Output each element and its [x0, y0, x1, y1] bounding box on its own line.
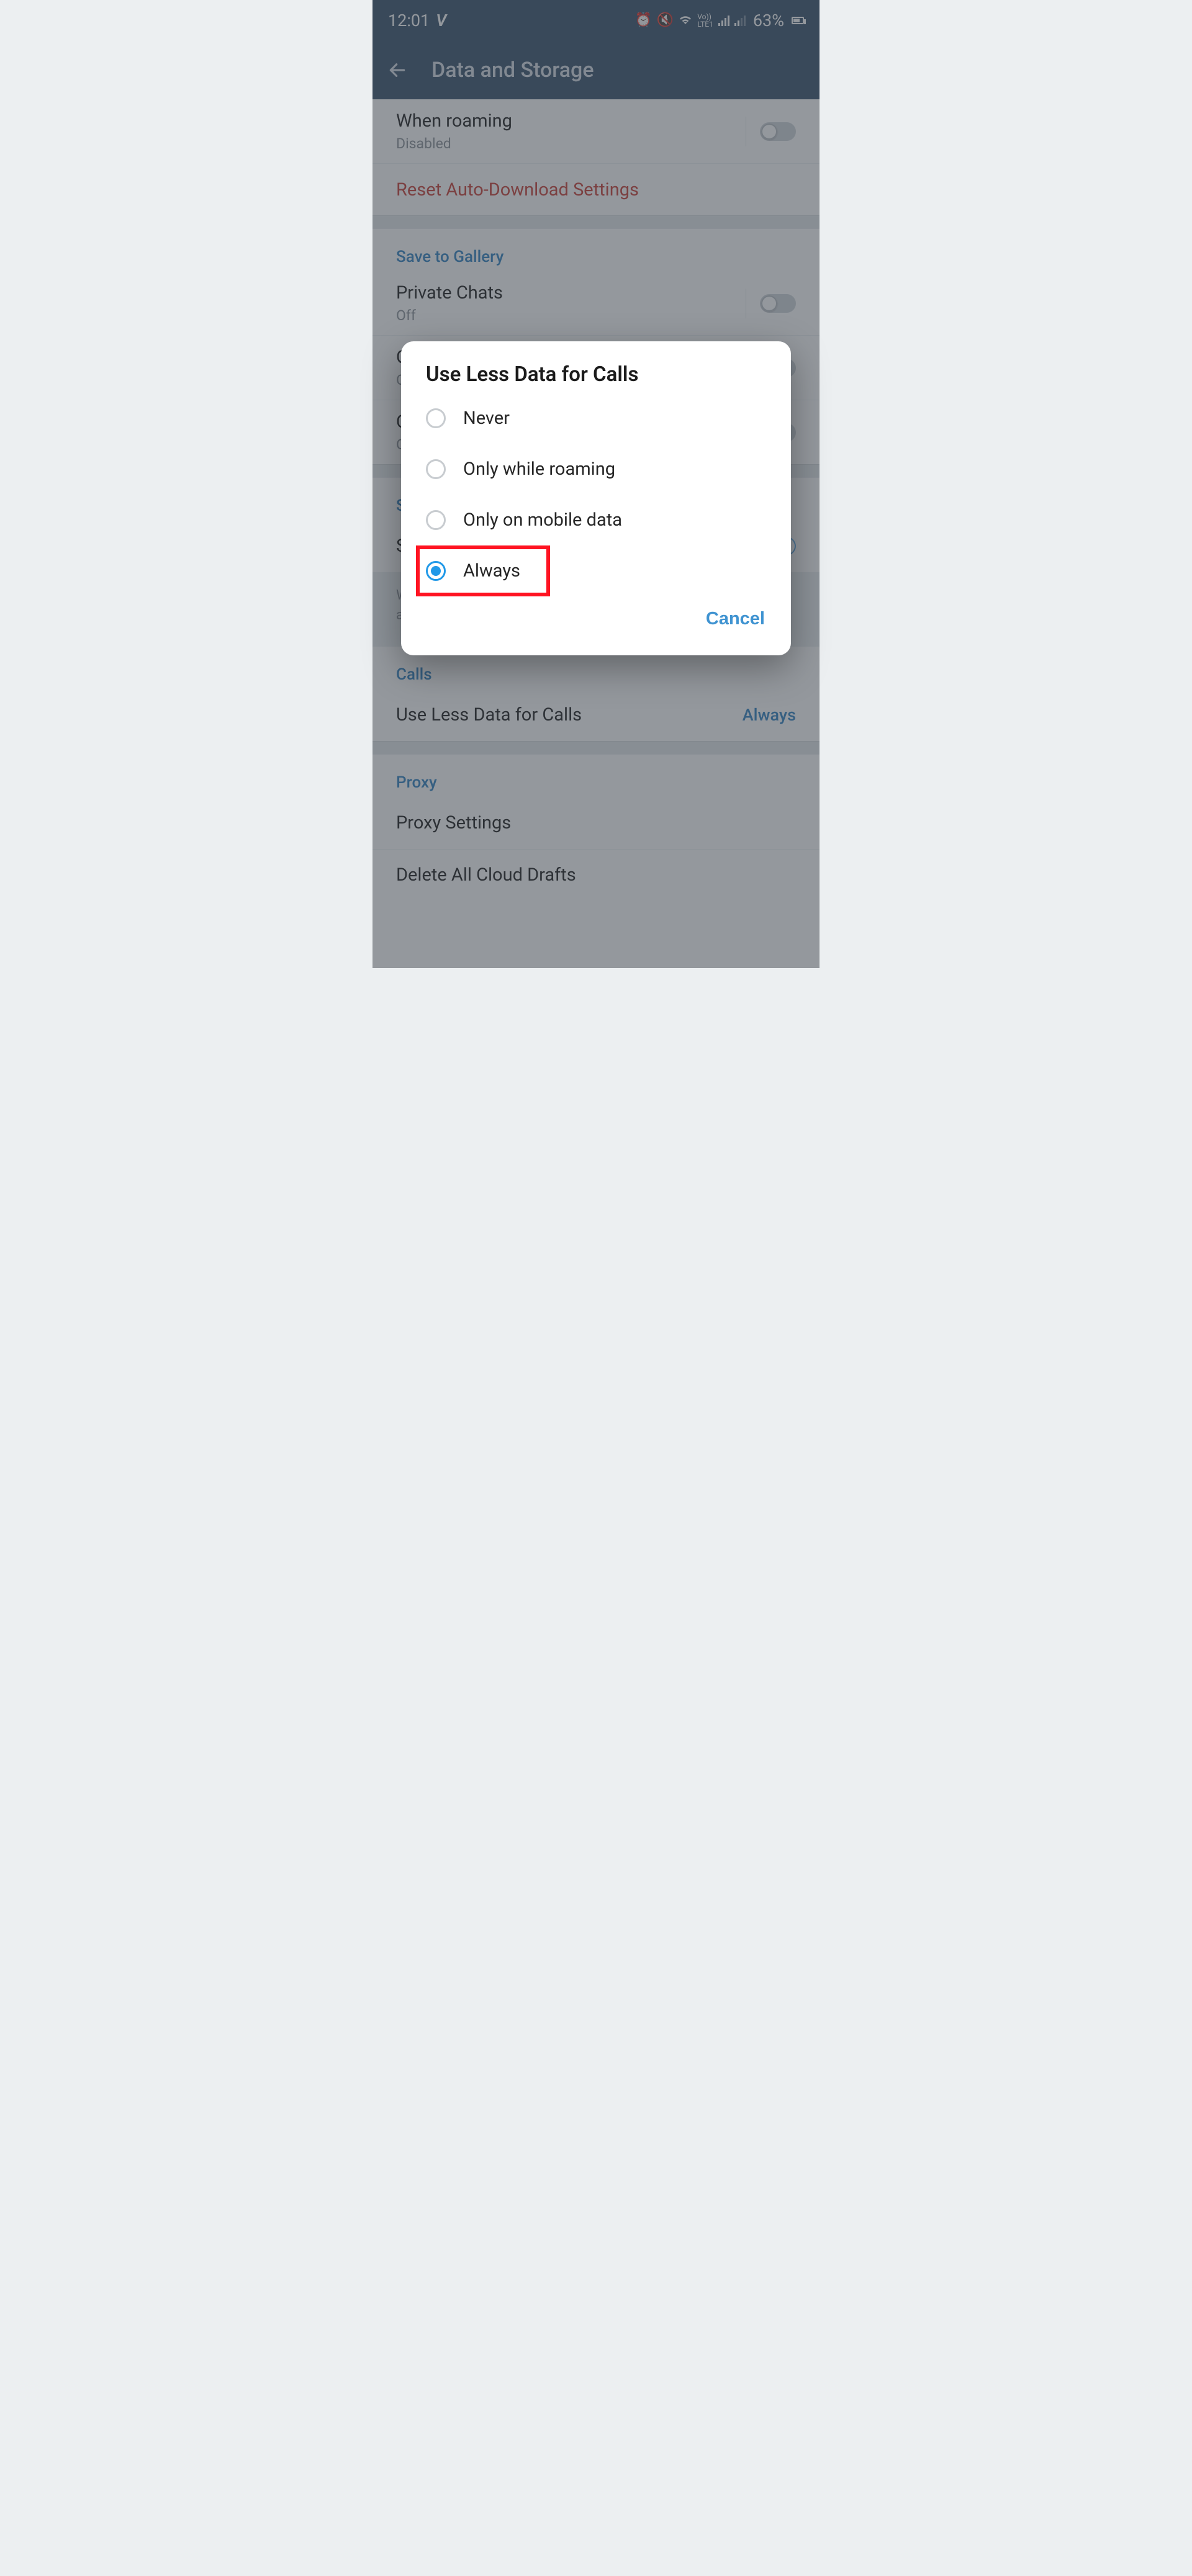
wifi-icon — [679, 12, 692, 28]
private-chats-toggle[interactable] — [760, 294, 796, 313]
signal-icon-1 — [718, 15, 729, 26]
reset-auto-download-label: Reset Auto-Download Settings — [396, 179, 639, 200]
delete-drafts-title: Delete All Cloud Drafts — [396, 864, 576, 886]
private-chats-subtitle: Off — [396, 307, 503, 324]
row-reset-auto-download[interactable]: Reset Auto-Download Settings — [372, 163, 820, 215]
status-right: ⏰ 🔇 Vo)) LTE1 63% — [634, 11, 804, 30]
mute-vibrate-icon: 🔇 — [657, 12, 674, 28]
option-label: Only while roaming — [463, 459, 615, 480]
back-button[interactable] — [385, 58, 410, 83]
use-less-data-title: Use Less Data for Calls — [396, 704, 582, 725]
when-roaming-right — [732, 117, 796, 146]
volte-icon: Vo)) LTE1 — [697, 13, 713, 28]
volte-label-top: Vo)) — [697, 13, 713, 20]
use-less-data-dialog: Use Less Data for Calls Never Only while… — [401, 341, 791, 655]
option-label: Never — [463, 408, 510, 429]
app-bar: Data and Storage — [372, 40, 820, 99]
signal-icon-2 — [734, 15, 746, 26]
section-auto-download: When roaming Disabled Reset Auto-Downloa… — [372, 99, 820, 215]
row-private-chats[interactable]: Private Chats Off — [372, 271, 820, 335]
radio-icon-checked — [426, 561, 446, 581]
page-title: Data and Storage — [431, 58, 594, 83]
proxy-header: Proxy — [372, 755, 820, 797]
section-calls: Calls Use Less Data for Calls Always — [372, 647, 820, 741]
option-never[interactable]: Never — [401, 393, 791, 444]
row-when-roaming[interactable]: When roaming Disabled — [372, 99, 820, 163]
when-roaming-toggle[interactable] — [760, 122, 796, 141]
radio-icon — [426, 510, 446, 530]
section-proxy: Proxy Proxy Settings Delete All Cloud Dr… — [372, 755, 820, 901]
row-delete-drafts[interactable]: Delete All Cloud Drafts — [372, 849, 820, 901]
cancel-button[interactable]: Cancel — [702, 603, 769, 635]
status-left: 12:01 V — [388, 11, 446, 30]
section-gap — [372, 741, 820, 755]
volte-label-bottom: LTE1 — [697, 20, 713, 28]
row-proxy-settings[interactable]: Proxy Settings — [372, 797, 820, 849]
option-only-roaming[interactable]: Only while roaming — [401, 444, 791, 495]
alarm-icon: ⏰ — [634, 12, 651, 28]
option-label: Only on mobile data — [463, 509, 622, 531]
radio-icon — [426, 408, 446, 428]
row-use-less-data[interactable]: Use Less Data for Calls Always — [372, 689, 820, 741]
section-gap — [372, 215, 820, 229]
option-always[interactable]: Always — [416, 545, 550, 596]
save-to-gallery-header: Save to Gallery — [372, 229, 820, 271]
battery-percent: 63% — [753, 11, 784, 30]
status-carrier-icon: V — [436, 11, 446, 30]
option-label: Always — [463, 560, 520, 581]
when-roaming-subtitle: Disabled — [396, 135, 512, 152]
dialog-title: Use Less Data for Calls — [401, 362, 791, 393]
status-bar: 12:01 V ⏰ 🔇 Vo)) LTE1 63% — [372, 0, 820, 40]
when-roaming-title: When roaming — [396, 110, 512, 132]
use-less-data-value: Always — [743, 705, 796, 725]
status-time: 12:01 — [388, 11, 430, 30]
dialog-actions: Cancel — [401, 596, 791, 648]
proxy-settings-title: Proxy Settings — [396, 812, 511, 833]
device-frame: 12:01 V ⏰ 🔇 Vo)) LTE1 63% Data and Stora… — [372, 0, 820, 968]
radio-icon — [426, 459, 446, 479]
private-chats-title: Private Chats — [396, 282, 503, 303]
battery-icon — [792, 17, 804, 24]
option-only-mobile[interactable]: Only on mobile data — [401, 495, 791, 545]
